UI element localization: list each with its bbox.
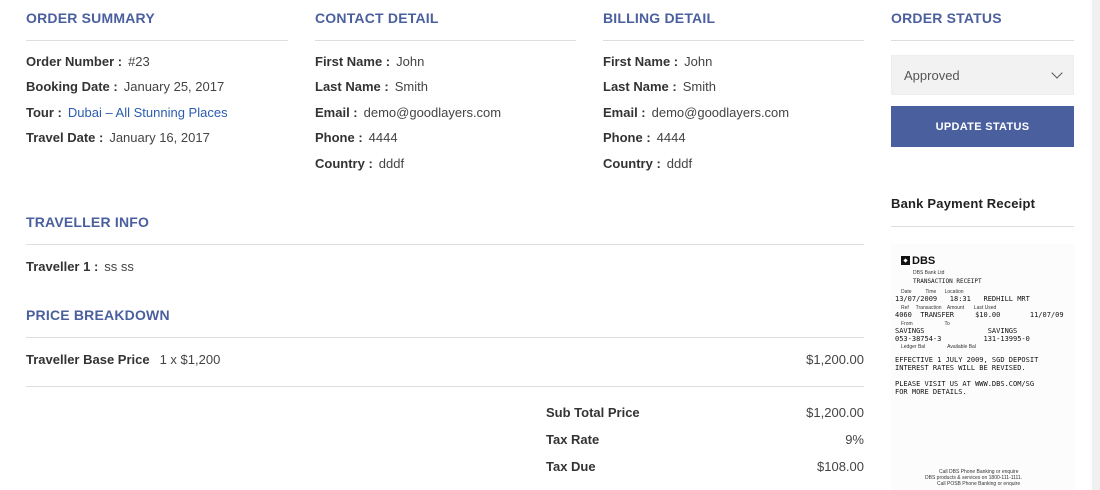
divider	[603, 40, 864, 41]
receipt-note-3: PLEASE VISIT US AT WWW.DBS.COM/SG	[895, 380, 1035, 388]
billing-phone-label: Phone :	[603, 130, 651, 145]
divider	[26, 337, 864, 338]
contact-last-name-value: Smith	[394, 79, 428, 94]
contact-country-row: Country : dddf	[315, 156, 404, 171]
receipt-header-4: Ledger Bal Available Bal	[901, 344, 976, 350]
booking-date-label: Booking Date :	[26, 79, 118, 94]
contact-phone-value: 4444	[368, 130, 398, 145]
chevron-down-icon	[1051, 67, 1063, 79]
tax-rate-value: 9%	[845, 432, 864, 447]
divider	[26, 244, 864, 245]
travel-date-label: Travel Date :	[26, 130, 104, 145]
traveller-value: ss ss	[104, 259, 134, 274]
billing-first-name-row: First Name : John	[603, 54, 712, 69]
divider	[891, 40, 1074, 41]
billing-country-label: Country :	[603, 156, 661, 171]
billing-phone-row: Phone : 4444	[603, 130, 686, 145]
billing-country-value: dddf	[666, 156, 693, 171]
receipt-note-4: FOR MORE DETAILS.	[895, 388, 967, 396]
tax-due-label: Tax Due	[546, 459, 596, 474]
receipt-row-1: 13/07/2009 18:31 REDHILL MRT	[895, 295, 1030, 303]
dbs-logo: DBS	[901, 255, 935, 267]
traveller-row: Traveller 1 : ss ss	[26, 259, 134, 274]
receipt-row-2: 4060 TRANSFER $10.00 11/07/09	[895, 311, 1064, 319]
receipt-note-1: EFFECTIVE 1 JULY 2009, SGD DEPOSIT	[895, 356, 1039, 364]
billing-last-name-value: Smith	[682, 79, 716, 94]
billing-country-row: Country : dddf	[603, 156, 692, 171]
booking-date-row: Booking Date : January 25, 2017	[26, 79, 224, 94]
billing-email-row: Email : demo@goodlayers.com	[603, 105, 789, 120]
contact-email-value: demo@goodlayers.com	[363, 105, 502, 120]
order-number-row: Order Number : #23	[26, 54, 150, 69]
contact-first-name-value: John	[396, 54, 425, 69]
order-status-selected-value: Approved	[904, 67, 960, 83]
receipt-row-4: 053-38754-3 131-13995-0	[895, 335, 1030, 343]
contact-country-label: Country :	[315, 156, 373, 171]
tour-row: Tour : Dubai – All Stunning Places	[26, 105, 228, 120]
base-price-label: Traveller Base Price	[26, 352, 150, 367]
receipt-heading: TRANSACTION RECEIPT	[913, 278, 982, 285]
tax-rate-label: Tax Rate	[546, 432, 600, 447]
price-breakdown-title: PRICE BREAKDOWN	[26, 307, 170, 323]
subtotal-label: Sub Total Price	[546, 405, 640, 420]
base-price-qty: 1 x $1,200	[159, 352, 221, 367]
contact-phone-row: Phone : 4444	[315, 130, 398, 145]
tour-link[interactable]: Dubai – All Stunning Places	[68, 105, 228, 120]
booking-date-value: January 25, 2017	[123, 79, 225, 94]
bank-receipt-image[interactable]: DBS DBS Bank Ltd TRANSACTION RECEIPT Dat…	[891, 244, 1074, 490]
billing-email-value: demo@goodlayers.com	[651, 105, 790, 120]
tax-due-value: $108.00	[817, 459, 864, 474]
contact-email-row: Email : demo@goodlayers.com	[315, 105, 501, 120]
contact-country-value: dddf	[378, 156, 405, 171]
receipt-row-3: SAVINGS SAVINGS	[895, 327, 1018, 335]
contact-last-name-label: Last Name :	[315, 79, 389, 94]
traveller-info-title: TRAVELLER INFO	[26, 214, 150, 230]
travel-date-value: January 16, 2017	[109, 130, 210, 145]
base-price-row: Traveller Base Price 1 x $1,200	[26, 352, 220, 367]
dbs-logo-text: DBS	[912, 255, 936, 267]
order-number-label: Order Number :	[26, 54, 123, 69]
tour-label: Tour :	[26, 105, 62, 120]
order-summary-title: ORDER SUMMARY	[26, 10, 155, 26]
receipt-bank-ltd: DBS Bank Ltd	[913, 270, 945, 276]
dbs-mark-icon	[901, 256, 910, 265]
billing-last-name-row: Last Name : Smith	[603, 79, 716, 94]
billing-first-name-value: John	[684, 54, 713, 69]
contact-first-name-label: First Name :	[315, 54, 391, 69]
billing-detail-title: BILLING DETAIL	[603, 10, 716, 26]
bank-payment-receipt-title: Bank Payment Receipt	[891, 196, 1036, 211]
contact-last-name-row: Last Name : Smith	[315, 79, 428, 94]
base-price-amount: $1,200.00	[806, 352, 864, 367]
billing-last-name-label: Last Name :	[603, 79, 677, 94]
divider	[26, 386, 864, 387]
contact-email-label: Email :	[315, 105, 358, 120]
billing-email-label: Email :	[603, 105, 646, 120]
contact-detail-title: CONTACT DETAIL	[315, 10, 439, 26]
scrollbar-track[interactable]	[1092, 0, 1100, 490]
billing-first-name-label: First Name :	[603, 54, 679, 69]
receipt-footer-3: Call POSB Phone Banking or enquire	[937, 481, 1021, 487]
order-number-value: #23	[128, 54, 150, 69]
order-status-title: ORDER STATUS	[891, 10, 1002, 26]
divider	[315, 40, 576, 41]
update-status-button[interactable]: UPDATE STATUS	[891, 106, 1074, 147]
order-status-select[interactable]: Approved	[891, 55, 1074, 95]
traveller-label: Traveller 1 :	[26, 259, 99, 274]
divider	[891, 226, 1074, 227]
divider	[26, 40, 288, 41]
contact-first-name-row: First Name : John	[315, 54, 424, 69]
billing-phone-value: 4444	[656, 130, 686, 145]
travel-date-row: Travel Date : January 16, 2017	[26, 130, 210, 145]
contact-phone-label: Phone :	[315, 130, 363, 145]
receipt-note-2: INTEREST RATES WILL BE REVISED.	[895, 364, 1026, 372]
subtotal-value: $1,200.00	[806, 405, 864, 420]
